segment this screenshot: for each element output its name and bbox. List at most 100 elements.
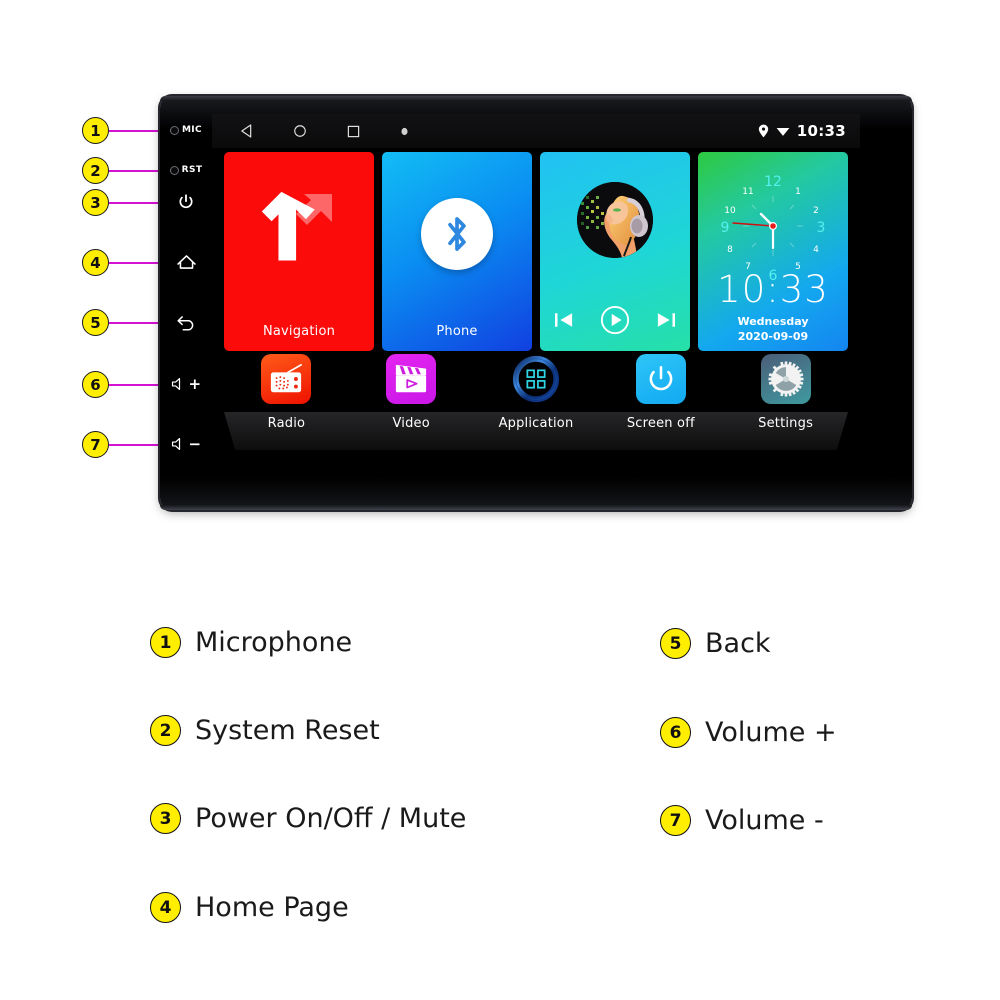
bluetooth-icon [448,217,466,251]
legend-label: Home Page [195,892,349,923]
dock-item-application[interactable]: Application [474,354,599,431]
legend-item-3: 3 Power On/Off / Mute [150,803,466,834]
legend-item-2: 2 System Reset [150,715,380,746]
widget-clock[interactable]: 12 1 2 3 4 5 6 7 8 9 10 11 10:33 Wednesd… [698,152,848,351]
callout-badge: 1 [82,117,109,144]
reset-label: RST [181,165,203,175]
legend-badge: 1 [150,627,181,658]
callout-badge: 4 [82,249,109,276]
callout-badge: 6 [82,371,109,398]
clock-weekday: Wednesday [737,315,809,328]
dock-item-video[interactable]: Video [349,354,474,431]
legend-badge: 3 [150,803,181,834]
legend-label: System Reset [195,715,380,746]
speaker-icon [171,377,180,391]
speaker-icon [171,437,180,451]
home-circle-icon[interactable] [293,124,307,138]
home-button[interactable] [160,251,212,273]
wifi-icon [776,127,790,136]
clock-time: 10:33 [717,268,829,311]
legend-badge: 5 [660,628,691,659]
touch-screen[interactable]: 10:33 Navigation Phone 12 1 2 3 4 5 6 7 … [212,114,860,466]
legend-badge: 6 [660,717,691,748]
dock-label: Radio [267,416,306,431]
back-button[interactable] [160,311,212,333]
callout-badge: 5 [82,309,109,336]
widget-label: Phone [436,324,478,339]
status-indicators: 10:33 [758,114,846,148]
legend-label: Back [705,628,771,659]
mic-hole: MIC [160,119,212,141]
callout-badge: 7 [82,431,109,458]
svg-text:8: 8 [727,245,733,255]
volume-down-sign: − [188,435,202,453]
dock-label: Application [498,416,574,431]
volume-down-button[interactable]: − [160,433,212,455]
prev-track-icon[interactable] [554,311,574,329]
legend: 1 Microphone 2 System Reset 3 Power On/O… [0,600,1000,940]
volume-up-sign: + [188,375,202,393]
status-clock: 10:33 [796,122,846,140]
music-controls [540,305,690,335]
microphone-icon [169,125,179,135]
legend-badge: 7 [660,805,691,836]
legend-label: Volume - [705,805,824,836]
legend-item-5: 5 Back [660,628,771,659]
svg-text:12: 12 [764,174,782,190]
dock-label: Screen off [626,416,695,431]
callout-badge: 3 [82,189,109,216]
back-triangle-icon[interactable] [240,124,253,138]
road-fork-arrow-icon [261,191,332,261]
dock-item-radio[interactable]: Radio [224,354,349,431]
widget-label: Navigation [262,324,336,339]
legend-label: Volume + [705,717,837,748]
mic-label: MIC [181,125,203,135]
power-button[interactable] [160,191,212,213]
dock-label: Video [392,416,430,431]
widget-row: Navigation Phone 12 1 2 3 4 5 6 7 8 9 10… [224,152,848,351]
svg-text:4: 4 [813,245,819,255]
clock-datestring: 2020-09-09 [737,330,809,343]
dot-icon[interactable] [400,126,409,137]
legend-item-1: 1 Microphone [150,627,352,658]
widget-music[interactable] [540,152,690,351]
next-track-icon[interactable] [656,311,676,329]
legend-badge: 4 [150,892,181,923]
reset-icon [169,165,179,175]
svg-text:10: 10 [724,206,736,216]
grid-apps-icon [510,354,561,404]
callout-badge: 2 [82,157,109,184]
play-icon[interactable] [600,305,630,335]
gear-icon [760,354,811,404]
clock-date: Wednesday 2020-09-09 [698,314,848,344]
bluetooth-badge [421,198,493,270]
widget-phone[interactable]: Phone [382,152,532,351]
android-nav-keys [240,124,409,138]
dock-item-screen-off[interactable]: Screen off [598,354,723,431]
recents-square-icon[interactable] [347,125,360,138]
power-icon [635,354,686,404]
legend-label: Power On/Off / Mute [195,803,467,834]
clapperboard-play-icon [386,354,437,404]
svg-text:2: 2 [813,206,819,216]
power-icon [179,194,193,209]
reset-hole[interactable]: RST [160,159,212,181]
dock-label: Settings [758,416,814,431]
legend-label: Microphone [195,627,353,658]
car-stereo-device: MIC RST + − 10:33 Navigation Phone 12 1 … [160,96,912,510]
legend-item-7: 7 Volume - [660,805,824,836]
svg-text:1: 1 [795,187,801,197]
back-icon [176,315,193,331]
location-pin-icon [758,124,768,138]
legend-badge: 2 [150,715,181,746]
album-art-icon [577,182,653,258]
dock-item-settings[interactable]: Settings [723,354,848,431]
button-rail: MIC RST + − [160,96,212,510]
svg-text:3: 3 [817,220,826,236]
status-bar: 10:33 [212,114,860,148]
volume-up-button[interactable]: + [160,373,212,395]
legend-item-4: 4 Home Page [150,892,349,923]
widget-navigation[interactable]: Navigation [224,152,374,351]
radio-icon [261,354,312,404]
app-dock: Radio Video Application Screen off Setti… [224,354,848,450]
